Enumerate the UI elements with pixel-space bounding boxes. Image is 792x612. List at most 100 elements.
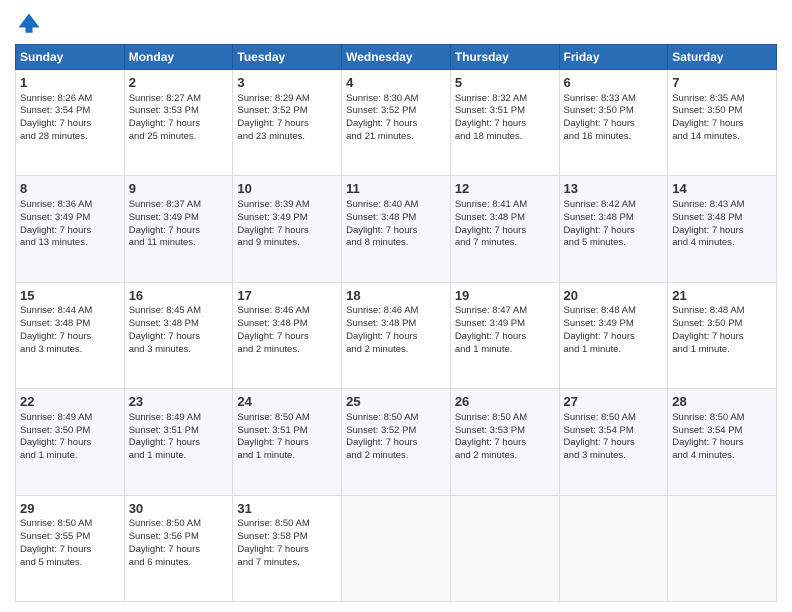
cell-info-line: and 25 minutes. xyxy=(129,131,229,144)
calendar-cell: 15Sunrise: 8:44 AMSunset: 3:48 PMDayligh… xyxy=(16,282,125,388)
calendar-body: 1Sunrise: 8:26 AMSunset: 3:54 PMDaylight… xyxy=(16,70,777,602)
cell-info-line: Sunrise: 8:50 AM xyxy=(672,412,772,425)
cell-info-line: Daylight: 7 hours xyxy=(129,437,229,450)
day-number: 3 xyxy=(237,74,337,92)
day-number: 14 xyxy=(672,180,772,198)
week-row-5: 29Sunrise: 8:50 AMSunset: 3:55 PMDayligh… xyxy=(16,495,777,601)
page: SundayMondayTuesdayWednesdayThursdayFrid… xyxy=(0,0,792,612)
cell-info-line: and 3 minutes. xyxy=(20,344,120,357)
col-header-thursday: Thursday xyxy=(450,45,559,70)
cell-info-line: Daylight: 7 hours xyxy=(20,225,120,238)
cell-info-line: Sunrise: 8:27 AM xyxy=(129,93,229,106)
cell-info-line: and 1 minute. xyxy=(129,450,229,463)
day-number: 26 xyxy=(455,393,555,411)
cell-info-line: Sunset: 3:53 PM xyxy=(455,425,555,438)
cell-info-line: Sunset: 3:49 PM xyxy=(129,212,229,225)
cell-info-line: Sunset: 3:48 PM xyxy=(346,318,446,331)
cell-info-line: Daylight: 7 hours xyxy=(455,225,555,238)
cell-info-line: and 2 minutes. xyxy=(346,450,446,463)
cell-info-line: Sunrise: 8:37 AM xyxy=(129,199,229,212)
cell-info-line: Sunset: 3:50 PM xyxy=(20,425,120,438)
cell-info-line: Daylight: 7 hours xyxy=(237,544,337,557)
cell-info-line: Sunset: 3:48 PM xyxy=(129,318,229,331)
cell-info-line: Sunrise: 8:49 AM xyxy=(129,412,229,425)
cell-info-line: and 11 minutes. xyxy=(129,237,229,250)
day-number: 12 xyxy=(455,180,555,198)
cell-info-line: and 5 minutes. xyxy=(564,237,664,250)
cell-info-line: Sunset: 3:48 PM xyxy=(237,318,337,331)
cell-info-line: Daylight: 7 hours xyxy=(672,331,772,344)
cell-info-line: Daylight: 7 hours xyxy=(20,118,120,131)
cell-info-line: Sunrise: 8:48 AM xyxy=(564,305,664,318)
cell-info-line: Sunrise: 8:50 AM xyxy=(237,412,337,425)
cell-info-line: Daylight: 7 hours xyxy=(237,225,337,238)
cell-info-line: Sunrise: 8:50 AM xyxy=(129,518,229,531)
col-header-friday: Friday xyxy=(559,45,668,70)
cell-info-line: Sunset: 3:52 PM xyxy=(237,105,337,118)
cell-info-line: Daylight: 7 hours xyxy=(455,331,555,344)
calendar-cell: 30Sunrise: 8:50 AMSunset: 3:56 PMDayligh… xyxy=(124,495,233,601)
cell-info-line: and 1 minute. xyxy=(237,450,337,463)
cell-info-line: Sunrise: 8:50 AM xyxy=(237,518,337,531)
calendar-cell xyxy=(668,495,777,601)
calendar-cell: 22Sunrise: 8:49 AMSunset: 3:50 PMDayligh… xyxy=(16,389,125,495)
day-number: 11 xyxy=(346,180,446,198)
col-header-sunday: Sunday xyxy=(16,45,125,70)
calendar-cell: 17Sunrise: 8:46 AMSunset: 3:48 PMDayligh… xyxy=(233,282,342,388)
calendar-cell: 28Sunrise: 8:50 AMSunset: 3:54 PMDayligh… xyxy=(668,389,777,495)
cell-info-line: Sunrise: 8:35 AM xyxy=(672,93,772,106)
cell-info-line: Daylight: 7 hours xyxy=(129,225,229,238)
calendar-cell: 27Sunrise: 8:50 AMSunset: 3:54 PMDayligh… xyxy=(559,389,668,495)
cell-info-line: Sunrise: 8:49 AM xyxy=(20,412,120,425)
cell-info-line: Daylight: 7 hours xyxy=(672,437,772,450)
day-number: 13 xyxy=(564,180,664,198)
calendar-table: SundayMondayTuesdayWednesdayThursdayFrid… xyxy=(15,44,777,602)
cell-info-line: Sunrise: 8:50 AM xyxy=(346,412,446,425)
cell-info-line: Sunrise: 8:41 AM xyxy=(455,199,555,212)
calendar-cell xyxy=(450,495,559,601)
logo-icon xyxy=(15,10,43,38)
cell-info-line: and 7 minutes. xyxy=(237,557,337,570)
cell-info-line: Sunrise: 8:39 AM xyxy=(237,199,337,212)
cell-info-line: and 2 minutes. xyxy=(455,450,555,463)
cell-info-line: Daylight: 7 hours xyxy=(237,437,337,450)
calendar-cell: 5Sunrise: 8:32 AMSunset: 3:51 PMDaylight… xyxy=(450,70,559,176)
calendar-cell: 21Sunrise: 8:48 AMSunset: 3:50 PMDayligh… xyxy=(668,282,777,388)
cell-info-line: Sunrise: 8:33 AM xyxy=(564,93,664,106)
cell-info-line: Sunrise: 8:44 AM xyxy=(20,305,120,318)
cell-info-line: Sunset: 3:49 PM xyxy=(455,318,555,331)
cell-info-line: Sunrise: 8:42 AM xyxy=(564,199,664,212)
cell-info-line: and 16 minutes. xyxy=(564,131,664,144)
cell-info-line: Sunset: 3:56 PM xyxy=(129,531,229,544)
cell-info-line: Daylight: 7 hours xyxy=(455,437,555,450)
cell-info-line: Daylight: 7 hours xyxy=(564,118,664,131)
cell-info-line: and 4 minutes. xyxy=(672,237,772,250)
cell-info-line: Daylight: 7 hours xyxy=(129,118,229,131)
cell-info-line: Daylight: 7 hours xyxy=(20,437,120,450)
day-number: 28 xyxy=(672,393,772,411)
cell-info-line: Daylight: 7 hours xyxy=(564,437,664,450)
cell-info-line: Sunrise: 8:26 AM xyxy=(20,93,120,106)
cell-info-line: Daylight: 7 hours xyxy=(564,331,664,344)
cell-info-line: Sunset: 3:48 PM xyxy=(672,212,772,225)
cell-info-line: Sunrise: 8:50 AM xyxy=(455,412,555,425)
week-row-4: 22Sunrise: 8:49 AMSunset: 3:50 PMDayligh… xyxy=(16,389,777,495)
calendar-cell: 23Sunrise: 8:49 AMSunset: 3:51 PMDayligh… xyxy=(124,389,233,495)
cell-info-line: Daylight: 7 hours xyxy=(346,225,446,238)
day-number: 8 xyxy=(20,180,120,198)
cell-info-line: and 1 minute. xyxy=(20,450,120,463)
calendar-cell: 25Sunrise: 8:50 AMSunset: 3:52 PMDayligh… xyxy=(342,389,451,495)
calendar-cell: 19Sunrise: 8:47 AMSunset: 3:49 PMDayligh… xyxy=(450,282,559,388)
calendar-cell: 3Sunrise: 8:29 AMSunset: 3:52 PMDaylight… xyxy=(233,70,342,176)
cell-info-line: Sunset: 3:51 PM xyxy=(237,425,337,438)
calendar-cell: 12Sunrise: 8:41 AMSunset: 3:48 PMDayligh… xyxy=(450,176,559,282)
cell-info-line: and 7 minutes. xyxy=(455,237,555,250)
day-number: 2 xyxy=(129,74,229,92)
cell-info-line: Sunset: 3:53 PM xyxy=(129,105,229,118)
cell-info-line: Sunset: 3:48 PM xyxy=(346,212,446,225)
cell-info-line: and 2 minutes. xyxy=(237,344,337,357)
calendar-cell: 16Sunrise: 8:45 AMSunset: 3:48 PMDayligh… xyxy=(124,282,233,388)
cell-info-line: Sunrise: 8:48 AM xyxy=(672,305,772,318)
col-header-saturday: Saturday xyxy=(668,45,777,70)
day-number: 16 xyxy=(129,287,229,305)
